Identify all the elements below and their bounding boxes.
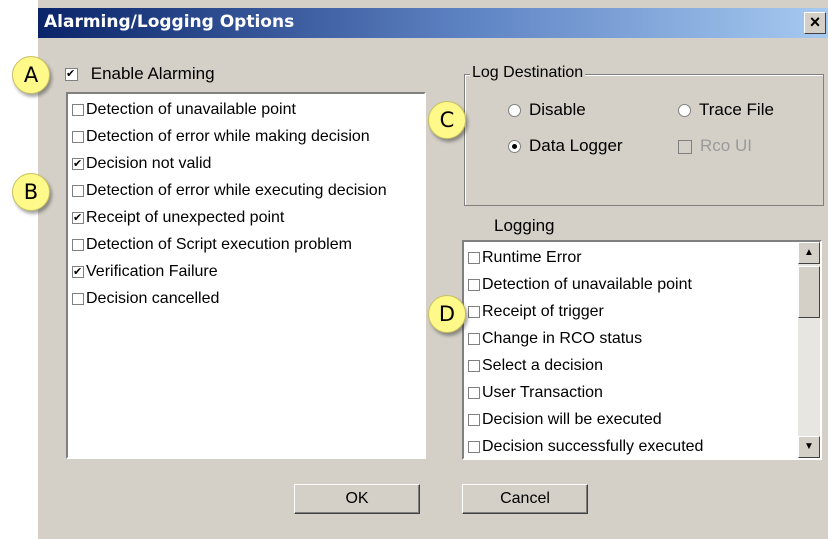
close-icon: × bbox=[809, 12, 821, 32]
scroll-up-button[interactable]: ▲ bbox=[798, 242, 820, 264]
callout-d: D bbox=[428, 295, 466, 333]
logging-item-label: Change in RCO status bbox=[482, 330, 643, 347]
logging-item-label: Select a decision bbox=[482, 357, 603, 374]
alarm-item-label: Verification Failure bbox=[86, 263, 218, 280]
logging-item-label: User Transaction bbox=[482, 384, 603, 401]
enable-alarming-check-icon[interactable] bbox=[65, 68, 78, 82]
alarm-item[interactable]: Detection of error while making decision bbox=[68, 123, 424, 150]
radio-data-logger-label: Data Logger bbox=[529, 136, 623, 155]
checkbox-icon[interactable] bbox=[468, 359, 480, 372]
logging-item-label: Decision will be executed bbox=[482, 411, 662, 428]
radio-trace-file[interactable]: Trace File bbox=[678, 100, 774, 120]
callout-b: B bbox=[12, 173, 50, 211]
logging-item[interactable]: User Transaction bbox=[464, 379, 798, 406]
checkbox-icon[interactable] bbox=[72, 130, 84, 143]
logging-item[interactable]: Select a decision bbox=[464, 352, 798, 379]
alarm-item[interactable]: Decision not valid bbox=[68, 150, 424, 177]
alarming-logging-dialog: Alarming/Logging Options × Enable Alarmi… bbox=[38, 0, 828, 539]
alarm-item[interactable]: Detection of Script execution problem bbox=[68, 231, 424, 258]
checkbox-icon[interactable] bbox=[72, 103, 84, 116]
alarm-item[interactable]: Detection of error while executing decis… bbox=[68, 177, 424, 204]
alarm-item[interactable]: Receipt of unexpected point bbox=[68, 204, 424, 231]
checkbox-icon[interactable] bbox=[468, 305, 480, 318]
ok-button-label: OK bbox=[345, 490, 369, 507]
checkbox-icon[interactable] bbox=[468, 251, 480, 264]
ok-button[interactable]: OK bbox=[294, 484, 420, 514]
title-bar: Alarming/Logging Options × bbox=[38, 8, 828, 38]
logging-item[interactable]: Runtime Error bbox=[464, 244, 798, 271]
checkbox-icon[interactable] bbox=[468, 332, 480, 345]
alarm-item-label: Detection of Script execution problem bbox=[86, 236, 352, 253]
logging-item[interactable]: Receipt of trigger bbox=[464, 298, 798, 325]
checkbox-icon[interactable] bbox=[72, 238, 84, 251]
checkbox-icon[interactable] bbox=[468, 413, 480, 426]
alarm-item-label: Detection of error while making decision bbox=[86, 128, 370, 145]
radio-trace-file-icon[interactable] bbox=[678, 104, 691, 118]
checkbox-icon[interactable] bbox=[72, 157, 84, 170]
logging-label: Logging bbox=[494, 216, 555, 235]
radio-disable-label: Disable bbox=[529, 100, 586, 119]
enable-alarming-label: Enable Alarming bbox=[90, 64, 215, 83]
checkbox-icon[interactable] bbox=[72, 265, 84, 278]
checkbox-icon[interactable] bbox=[468, 440, 480, 453]
logging-event-list[interactable]: Runtime Error Detection of unavailable po… bbox=[462, 240, 822, 460]
rco-ui-check-icon bbox=[678, 139, 692, 154]
logging-item[interactable]: Change in RCO status bbox=[464, 325, 798, 352]
radio-trace-file-label: Trace File bbox=[699, 100, 774, 119]
alarm-item-label: Decision not valid bbox=[86, 155, 212, 172]
callout-a: A bbox=[12, 56, 50, 94]
cancel-button-label: Cancel bbox=[500, 490, 550, 507]
logging-item-label: Decision successfully executed bbox=[482, 438, 704, 455]
callout-c: C bbox=[428, 101, 466, 139]
logging-item-label: Receipt of trigger bbox=[482, 303, 604, 320]
radio-disable-icon[interactable] bbox=[508, 104, 521, 118]
log-destination-legend: Log Destination bbox=[470, 64, 586, 82]
checkbox-icon[interactable] bbox=[72, 184, 84, 197]
alarm-item-label: Detection of unavailable point bbox=[86, 101, 296, 118]
alarm-item-label: Detection of error while executing decis… bbox=[86, 182, 387, 199]
scroll-down-button[interactable]: ▼ bbox=[798, 436, 820, 458]
scroll-thumb[interactable] bbox=[798, 266, 820, 318]
alarm-item[interactable]: Verification Failure bbox=[68, 258, 424, 285]
checkbox-icon[interactable] bbox=[468, 278, 480, 291]
dialog-title: Alarming/Logging Options bbox=[44, 12, 295, 32]
alarm-item[interactable]: Decision cancelled bbox=[68, 285, 424, 312]
logging-item-label: Runtime Error bbox=[482, 249, 582, 266]
logging-item-label: Detection of unavailable point bbox=[482, 276, 692, 293]
alarm-event-list[interactable]: Detection of unavailable point Detection … bbox=[66, 92, 426, 459]
checkbox-icon[interactable] bbox=[72, 292, 84, 305]
logging-scrollbar[interactable]: ▲ ▼ bbox=[798, 242, 820, 458]
rco-ui-checkbox: Rco UI bbox=[678, 136, 752, 156]
alarm-item-label: Receipt of unexpected point bbox=[86, 209, 285, 226]
radio-disable[interactable]: Disable bbox=[508, 100, 586, 120]
rco-ui-label: Rco UI bbox=[700, 136, 752, 155]
cancel-button[interactable]: Cancel bbox=[462, 484, 588, 514]
alarm-item[interactable]: Detection of unavailable point bbox=[68, 96, 424, 123]
radio-data-logger[interactable]: Data Logger bbox=[508, 136, 623, 156]
logging-item[interactable]: Detection of unavailable point bbox=[464, 271, 798, 298]
checkbox-icon[interactable] bbox=[468, 386, 480, 399]
close-button[interactable]: × bbox=[804, 12, 826, 34]
alarm-item-label: Decision cancelled bbox=[86, 290, 220, 307]
checkbox-icon[interactable] bbox=[72, 211, 84, 224]
logging-item[interactable]: Decision successfully executed bbox=[464, 433, 798, 458]
radio-data-logger-icon[interactable] bbox=[508, 140, 521, 154]
enable-alarming-checkbox[interactable]: Enable Alarming bbox=[65, 64, 215, 84]
logging-item[interactable]: Decision will be executed bbox=[464, 406, 798, 433]
